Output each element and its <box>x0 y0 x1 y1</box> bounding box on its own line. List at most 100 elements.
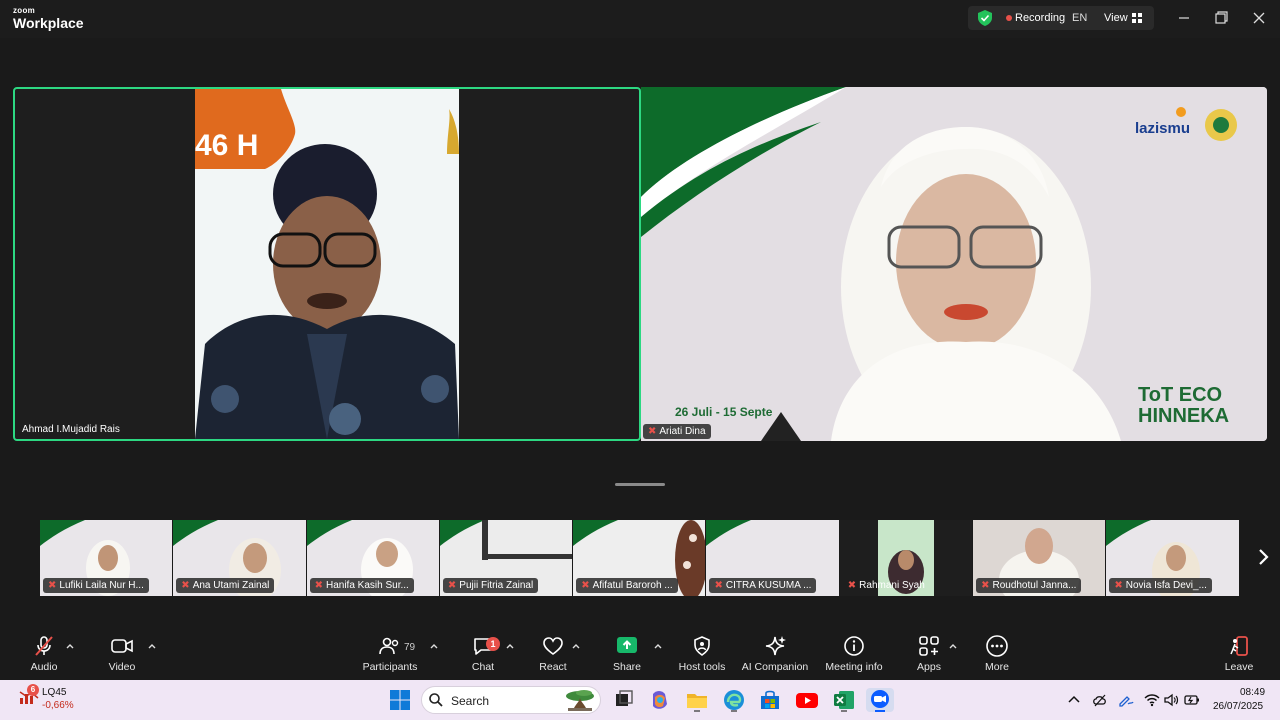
chevron-up-icon[interactable] <box>1066 692 1082 708</box>
participant-name: CITRA KUSUMA ... <box>725 580 812 591</box>
event-dates: 26 Juli - 15 Septe <box>675 405 773 419</box>
recording-dot-icon <box>1006 15 1012 21</box>
thumbnail-tile[interactable]: ✖ CITRA KUSUMA ... <box>706 520 840 596</box>
react-label: React <box>539 661 567 673</box>
chevron-up-icon[interactable] <box>65 642 75 650</box>
cloud-sync-icon[interactable] <box>1092 692 1108 708</box>
audio-label: Audio <box>30 661 58 673</box>
video-button[interactable]: Video <box>104 634 140 673</box>
host-tools-label: Host tools <box>678 661 726 673</box>
chevron-up-icon[interactable] <box>147 642 157 650</box>
leave-button[interactable]: Leave <box>1224 634 1254 673</box>
host-tools-button[interactable]: Host tools <box>676 634 728 673</box>
participant-name-chip: ✖ Pujii Fitria Zainal <box>442 578 539 593</box>
edge-browser-icon[interactable] <box>722 688 746 712</box>
clock-time[interactable]: 08:49 <box>1240 687 1265 698</box>
thumbnail-tile[interactable]: ✖ Ana Utami Zainal <box>173 520 307 596</box>
thumbnail-tile[interactable]: ✖ Roudhotul Janna... <box>973 520 1107 596</box>
chevron-up-icon[interactable] <box>429 642 439 650</box>
share-button[interactable]: Share <box>612 634 642 673</box>
excel-icon[interactable] <box>832 688 856 712</box>
file-explorer-icon[interactable] <box>685 688 709 712</box>
apps-button[interactable]: Apps <box>914 634 944 673</box>
leave-label: Leave <box>1224 661 1254 673</box>
mic-muted-icon: ✖ <box>181 580 190 591</box>
participants-count: 79 <box>404 642 416 653</box>
audio-button[interactable]: Audio <box>28 634 60 673</box>
event-title-line-2: HINNEKA <box>1138 405 1230 427</box>
search-icon <box>429 693 443 707</box>
more-button[interactable]: More <box>982 634 1012 673</box>
participant-name-chip: ✖ CITRA KUSUMA ... <box>709 578 817 593</box>
stock-change: -0,66% <box>42 700 74 711</box>
chevron-up-icon[interactable] <box>948 642 958 650</box>
thumbnail-tile[interactable]: ✖ Novia Isfa Devi_... <box>1106 520 1240 596</box>
restore-icon[interactable] <box>1210 8 1232 28</box>
mic-muted-icon: ✖ <box>847 580 857 591</box>
share-label: Share <box>612 661 642 673</box>
stock-badge: 6 <box>27 684 39 696</box>
minimize-icon[interactable] <box>1173 8 1195 28</box>
participant-name: Ariati Dina <box>659 426 706 437</box>
thumbnail-tile[interactable]: ✖ Afifatul Baroroh ... <box>573 520 707 596</box>
heart-icon <box>543 637 563 655</box>
participant-name: Ahmad I.Mujadid Rais <box>22 424 120 435</box>
microsoft-store-icon[interactable] <box>758 688 782 712</box>
resize-handle[interactable] <box>615 483 665 486</box>
participant-name-chip: ✖ Lufiki Laila Nur H... <box>43 578 149 593</box>
language-button[interactable]: EN <box>1072 12 1087 24</box>
mic-muted-icon: ✖ <box>581 580 590 591</box>
apps-label: Apps <box>917 661 941 673</box>
video-tile-speaker[interactable]: 46 H Ahmad I.Mujadid Rais <box>13 87 641 441</box>
mic-muted-icon: ✖ <box>447 580 457 591</box>
participant-name: Roudhotul Janna... <box>992 580 1077 591</box>
copilot-icon[interactable] <box>648 688 672 712</box>
microphone-muted-icon <box>35 636 53 656</box>
participant-name: Ana Utami Zainal <box>192 580 270 591</box>
thumbnail-tile[interactable]: ✖ Lufiki Laila Nur H... <box>40 520 174 596</box>
lazismu-logo: lazismu <box>1135 120 1191 137</box>
sparkle-icon <box>765 636 786 656</box>
participant-name-chip: ✖ Hanifa Kasih Sur... <box>309 578 414 593</box>
apps-icon <box>919 636 939 656</box>
speaker-video <box>195 89 459 439</box>
video-tile-participant[interactable]: lazismu ToT ECO HINNEKA 26 Juli - 15 Sep… <box>641 87 1267 441</box>
pen-input-icon[interactable] <box>1118 692 1134 708</box>
grid-icon[interactable] <box>1132 13 1142 23</box>
meeting-toolbar: Audio Video Participants 79 Chat 1 React… <box>0 630 1280 680</box>
participants-button[interactable]: Participants <box>360 634 420 673</box>
wifi-icon[interactable] <box>1144 692 1160 708</box>
brand-large: Workplace <box>13 15 84 31</box>
ai-companion-button[interactable]: AI Companion <box>738 634 812 673</box>
shield-check-icon[interactable] <box>978 10 992 26</box>
youtube-icon[interactable] <box>795 688 819 712</box>
windows-start-icon[interactable] <box>388 688 412 712</box>
chevron-right-icon[interactable] <box>1256 547 1270 567</box>
volume-icon[interactable] <box>1163 692 1179 708</box>
react-button[interactable]: React <box>538 634 568 673</box>
chevron-up-icon[interactable] <box>653 642 663 650</box>
participant-name-chip: ✖ Ariati Dina <box>643 424 711 439</box>
zoom-app-icon[interactable] <box>866 688 894 712</box>
view-button[interactable]: View <box>1104 12 1128 24</box>
close-icon[interactable] <box>1248 8 1270 28</box>
participant-name: Hanifa Kasih Sur... <box>325 580 409 591</box>
participant-name-chip: ✖ Novia Isfa Devi_... <box>1109 578 1212 593</box>
task-view-icon[interactable] <box>612 688 636 712</box>
chevron-up-icon[interactable] <box>505 642 515 650</box>
ai-companion-label: AI Companion <box>741 661 809 673</box>
chat-label: Chat <box>471 661 495 673</box>
mic-muted-icon: ✖ <box>314 580 323 591</box>
recording-label[interactable]: Recording <box>1015 12 1065 24</box>
brand-small: zoom <box>13 6 36 15</box>
battery-icon[interactable] <box>1184 692 1200 708</box>
chevron-up-icon[interactable] <box>571 642 581 650</box>
event-title-line-1: ToT ECO <box>1138 384 1223 406</box>
mic-muted-icon: ✖ <box>648 426 657 437</box>
clock-date[interactable]: 26/07/2025 <box>1213 701 1263 712</box>
thumbnail-tile[interactable]: ✖ Rahmani Syah <box>839 520 974 596</box>
meeting-info-button[interactable]: Meeting info <box>822 634 886 673</box>
thumbnail-tile[interactable]: ✖ Hanifa Kasih Sur... <box>306 520 440 596</box>
leave-icon <box>1230 636 1248 656</box>
thumbnail-tile[interactable]: ✖ Pujii Fitria Zainal <box>439 520 574 596</box>
